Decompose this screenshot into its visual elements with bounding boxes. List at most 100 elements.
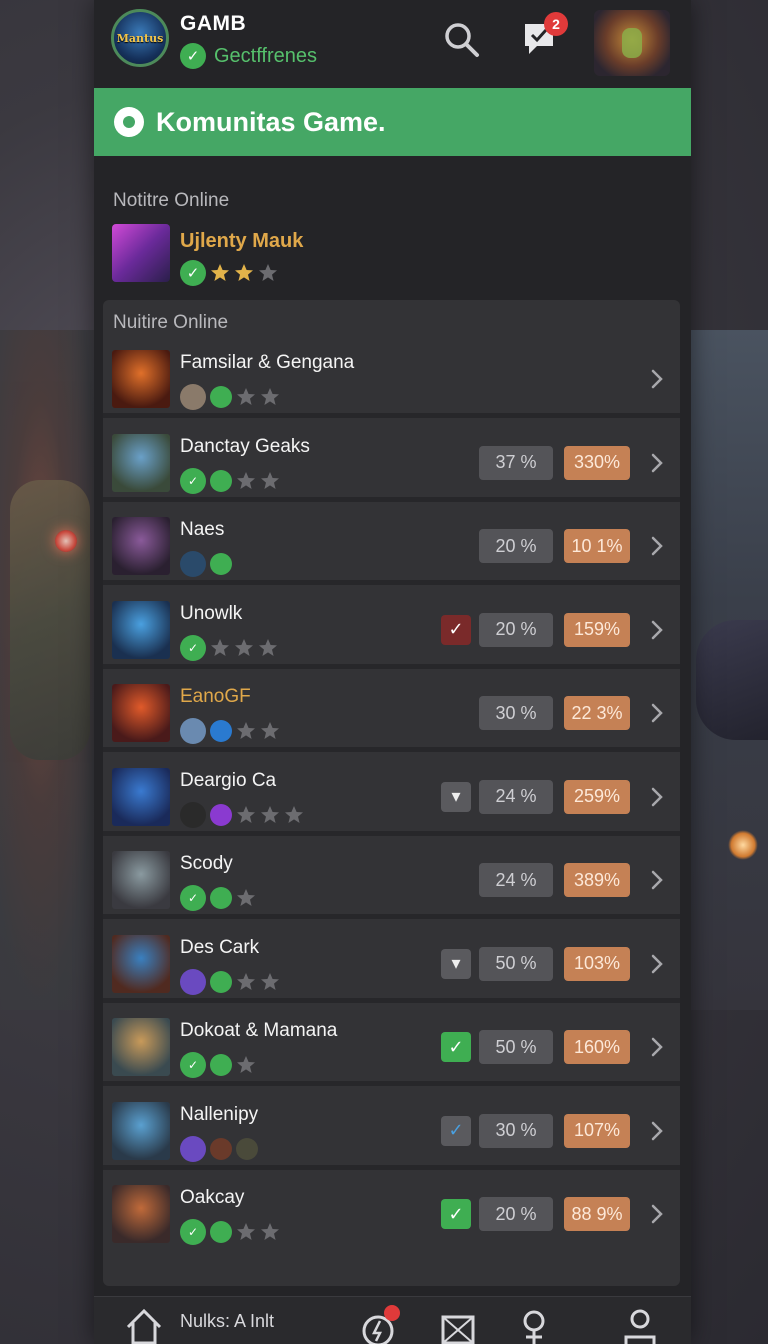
- star-empty-icon: [237, 471, 255, 489]
- hero-glow: [728, 830, 758, 860]
- nav-home[interactable]: [124, 1307, 164, 1344]
- badge-icon: [210, 970, 232, 993]
- badge-icon: [236, 1137, 258, 1160]
- community-banner[interactable]: Komunitas Game.: [94, 88, 691, 156]
- search-button[interactable]: [442, 20, 482, 60]
- chevron-right-icon[interactable]: [647, 865, 667, 895]
- chevron-right-icon[interactable]: [647, 531, 667, 561]
- check-icon[interactable]: ✓: [441, 614, 471, 645]
- nav-activity[interactable]: [360, 1305, 400, 1344]
- list-row[interactable]: Famsilar & Gengana: [103, 340, 680, 418]
- star-empty-icon: [261, 972, 279, 990]
- hero-glove: [696, 620, 768, 740]
- game-badges: [180, 384, 280, 410]
- list-row[interactable]: Unowlk ✓ ✓ 20 % 159%: [103, 590, 680, 669]
- chevron-right-icon[interactable]: [647, 364, 667, 394]
- percent-pill: 30 %: [479, 1113, 553, 1148]
- badge-icon: [210, 1221, 232, 1243]
- star-empty-icon: [261, 1223, 279, 1240]
- star-empty-icon: [261, 722, 279, 739]
- notifications-button[interactable]: 2: [522, 12, 568, 58]
- game-name: Nallenipy: [180, 1103, 259, 1125]
- chevron-right-icon[interactable]: [647, 1116, 667, 1146]
- chevron-right-icon[interactable]: [647, 1199, 667, 1229]
- logo-text: Mantus: [116, 31, 164, 45]
- star-empty-icon: [211, 638, 229, 656]
- game-badges: [180, 718, 280, 744]
- percent-pill: 37 %: [479, 445, 553, 480]
- verified-check-icon: ✓: [180, 43, 206, 69]
- archive-icon[interactable]: ▾: [441, 948, 471, 979]
- game-thumbnail: [112, 517, 170, 575]
- game-badges: [180, 968, 280, 995]
- check-icon[interactable]: ✓: [441, 1115, 471, 1146]
- app-status-label: Gectffrenes: [214, 44, 318, 67]
- chevron-right-icon[interactable]: [647, 782, 667, 812]
- list-row[interactable]: Nallenipy ✓ 30 % 107%: [103, 1091, 680, 1170]
- check-icon[interactable]: ✓: [441, 1032, 471, 1062]
- featured-item[interactable]: Ujlenty Mauk ✓: [112, 224, 672, 286]
- value-pill: 159%: [564, 612, 630, 647]
- game-name: Des Cark: [180, 936, 260, 958]
- list-row[interactable]: EanoGF 30 % 22 3%: [103, 674, 680, 752]
- nav-profile-pin[interactable]: [514, 1307, 554, 1344]
- game-name: Naes: [180, 519, 225, 540]
- archive-icon[interactable]: ▾: [441, 781, 471, 812]
- bottom-nav: Nulks: A Inlt: [94, 1296, 691, 1344]
- list-row[interactable]: Naes 20 % 10 1%: [103, 507, 680, 585]
- nav-mail[interactable]: [438, 1307, 478, 1344]
- nav-label: Nulks: A Inlt: [180, 1311, 275, 1331]
- app-status: ✓ Gectffrenes: [180, 43, 317, 69]
- list-row[interactable]: Scody ✓ 24 % 389%: [103, 841, 680, 919]
- badge-icon: [180, 551, 206, 577]
- featured-name: Ujlenty Mauk: [180, 230, 304, 252]
- list-row[interactable]: Dokoat & Mamana ✓ ✓ 50 % 160%: [103, 1008, 680, 1086]
- chevron-right-icon[interactable]: [647, 1032, 667, 1062]
- chevron-right-icon[interactable]: [647, 949, 667, 979]
- badge-icon: [180, 718, 206, 744]
- hero-gem: [55, 530, 77, 552]
- verified-check-icon: ✓: [180, 1219, 206, 1245]
- list-row[interactable]: Oakcay ✓ ✓ 20 % 88 9%: [103, 1175, 680, 1253]
- star-filled-icon: [235, 264, 253, 281]
- game-name: Deargio Ca: [180, 769, 277, 791]
- chevron-right-icon[interactable]: [647, 615, 667, 645]
- chevron-right-icon[interactable]: [647, 698, 667, 728]
- star-empty-icon: [261, 388, 279, 405]
- game-thumbnail: [112, 350, 170, 408]
- verified-check-icon: ✓: [180, 634, 206, 661]
- game-thumbnail: [112, 1185, 170, 1243]
- value-pill: 259%: [564, 779, 630, 814]
- badge-icon: [180, 968, 206, 995]
- user-icon: [624, 1309, 656, 1344]
- app-title: GAMB: [180, 12, 247, 35]
- badge-icon: [210, 469, 232, 492]
- game-name: Oakcay: [180, 1187, 245, 1208]
- percent-pill: 20 %: [479, 1197, 553, 1231]
- hero-avatar[interactable]: [594, 10, 670, 76]
- search-icon: [445, 23, 479, 57]
- game-name: Scody: [180, 853, 233, 874]
- app-logo[interactable]: Mantus: [111, 9, 169, 67]
- chevron-right-icon[interactable]: [647, 448, 667, 478]
- game-badges: ✓: [180, 885, 256, 911]
- nav-user[interactable]: [620, 1307, 660, 1344]
- badge-icon: [180, 1135, 206, 1162]
- game-badges: [180, 1135, 258, 1162]
- value-pill: 10 1%: [564, 529, 630, 563]
- percent-pill: 50 %: [479, 1030, 553, 1064]
- badge-icon: [210, 386, 232, 408]
- star-empty-icon: [237, 889, 255, 906]
- list-row[interactable]: Danctay Geaks ✓ 37 % 330%: [103, 423, 680, 502]
- notification-badge: 2: [544, 12, 568, 36]
- list-row[interactable]: Deargio Ca ▾ 24 % 259%: [103, 757, 680, 836]
- game-badges: ✓: [180, 1052, 256, 1078]
- check-icon[interactable]: ✓: [441, 1199, 471, 1229]
- game-thumbnail: [112, 1018, 170, 1076]
- value-pill: 107%: [564, 1113, 630, 1148]
- game-thumbnail: [112, 600, 170, 659]
- game-name: Dokoat & Mamana: [180, 1020, 338, 1041]
- chat-bubble-icon: [114, 107, 144, 137]
- list-row[interactable]: Des Cark ▾ 50 % 103%: [103, 924, 680, 1003]
- percent-pill: 24 %: [479, 779, 553, 814]
